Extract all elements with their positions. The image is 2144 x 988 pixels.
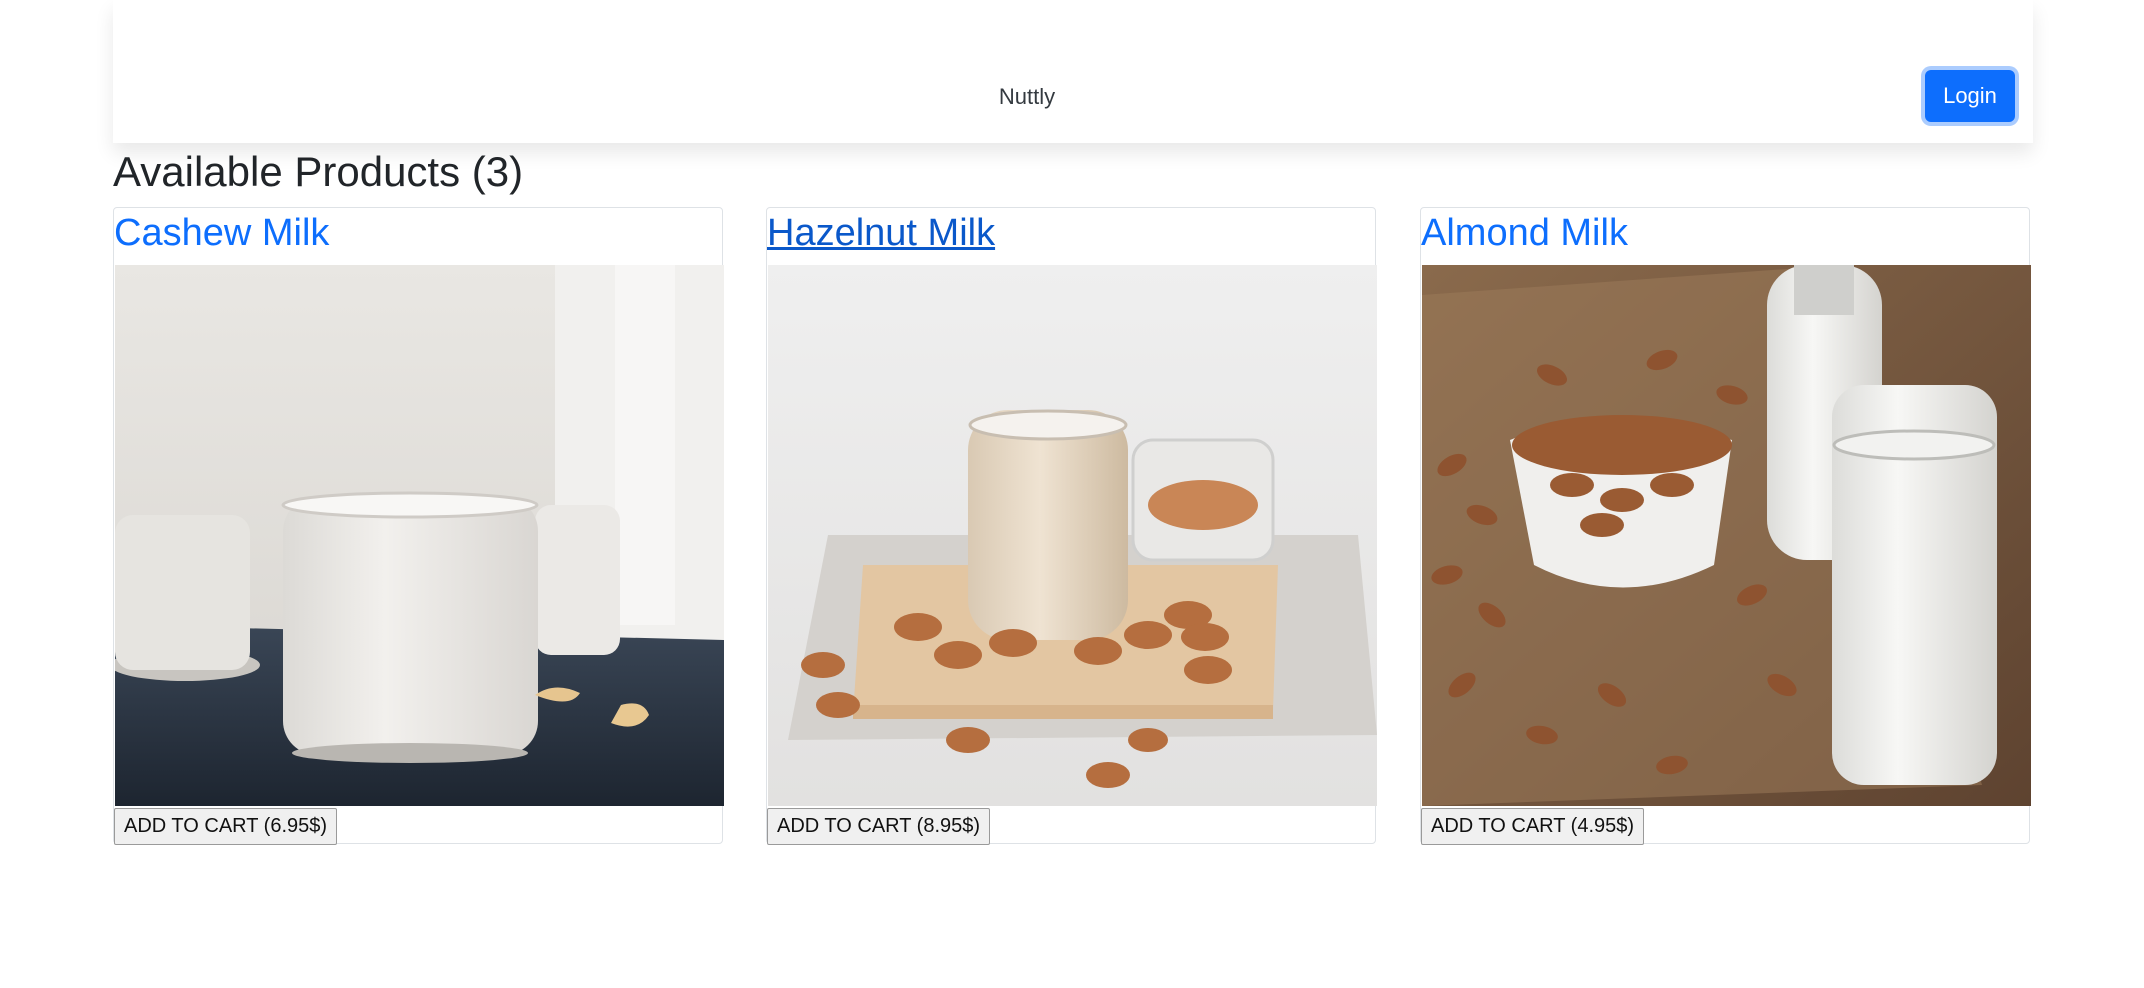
- cashew-milk-image: [115, 265, 724, 806]
- almond-milk-image: [1422, 265, 2031, 806]
- page: Nuttly Login Available Products (3) Cash…: [0, 0, 2144, 988]
- page-title: Available Products (3): [113, 148, 524, 195]
- product-image: [768, 265, 1377, 806]
- product-card-cashew-milk: Cashew Milk ADD TO CART (6.95$): [113, 207, 724, 845]
- add-to-cart-button[interactable]: ADD TO CART (6.95$): [114, 808, 338, 845]
- brand-name[interactable]: Nuttly: [113, 84, 1941, 110]
- product-title-link[interactable]: Cashew Milk: [114, 212, 329, 255]
- product-card-hazelnut-milk: Hazelnut Milk ADD TO CART (8.95$): [766, 207, 1377, 845]
- product-card-almond-milk: Almond Milk ADD TO CART (4.95$): [1420, 207, 2031, 845]
- add-to-cart-button[interactable]: ADD TO CART (4.95$): [1421, 808, 1645, 845]
- hazelnut-milk-image: [768, 265, 1377, 806]
- product-image: [1422, 265, 2031, 806]
- navbar: Nuttly Login: [113, 0, 2033, 143]
- product-title-link[interactable]: Almond Milk: [1421, 212, 1628, 255]
- product-title-link[interactable]: Hazelnut Milk: [767, 212, 995, 255]
- product-image: [115, 265, 724, 806]
- login-button[interactable]: Login: [1925, 70, 2015, 122]
- add-to-cart-button[interactable]: ADD TO CART (8.95$): [767, 808, 991, 845]
